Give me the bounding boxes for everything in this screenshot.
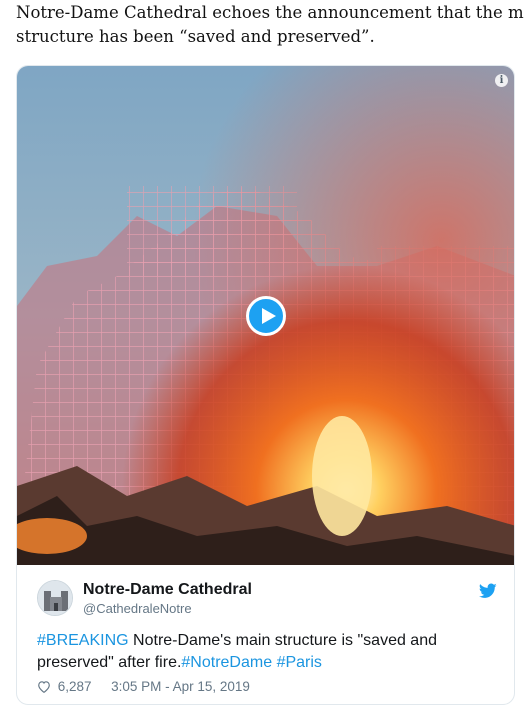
hashtag-paris[interactable]: #Paris (277, 654, 322, 671)
tweet-embed: i Notre-Dame Cathedral @CathedraleNotre … (16, 65, 515, 705)
play-icon (262, 308, 276, 324)
tweet-header: Notre-Dame Cathedral @CathedraleNotre (37, 580, 497, 620)
info-icon[interactable]: i (495, 74, 508, 87)
author-handle[interactable]: @CathedraleNotre (83, 601, 192, 616)
heart-icon[interactable] (37, 680, 51, 693)
caption-line-1: Notre-Dame Cathedral echoes the announce… (16, 3, 524, 22)
twitter-bird-icon[interactable] (479, 583, 497, 599)
tweet-media-video[interactable]: i (17, 66, 514, 565)
author-name[interactable]: Notre-Dame Cathedral (83, 581, 252, 599)
like-count[interactable]: 6,287 (58, 679, 92, 694)
hashtag-breaking[interactable]: #BREAKING (37, 632, 129, 649)
article-caption: Notre-Dame Cathedral echoes the announce… (16, 1, 524, 49)
tweet-text-line1: Notre-Dame's main structure is "saved an… (128, 632, 437, 649)
avatar[interactable] (37, 580, 73, 616)
caption-line-2: structure has been “saved and preserved”… (16, 27, 375, 46)
hashtag-notredame[interactable]: #NotreDame (181, 654, 272, 671)
play-button[interactable] (246, 296, 286, 336)
tweet-footer: 6,287 3:05 PM - Apr 15, 2019 (37, 678, 250, 696)
cathedral-avatar-icon (38, 581, 72, 615)
tweet-text: #BREAKING Notre-Dame's main structure is… (37, 630, 507, 674)
tweet-timestamp[interactable]: 3:05 PM - Apr 15, 2019 (111, 679, 250, 694)
tweet-text-line2: preserved" after fire. (37, 654, 182, 671)
